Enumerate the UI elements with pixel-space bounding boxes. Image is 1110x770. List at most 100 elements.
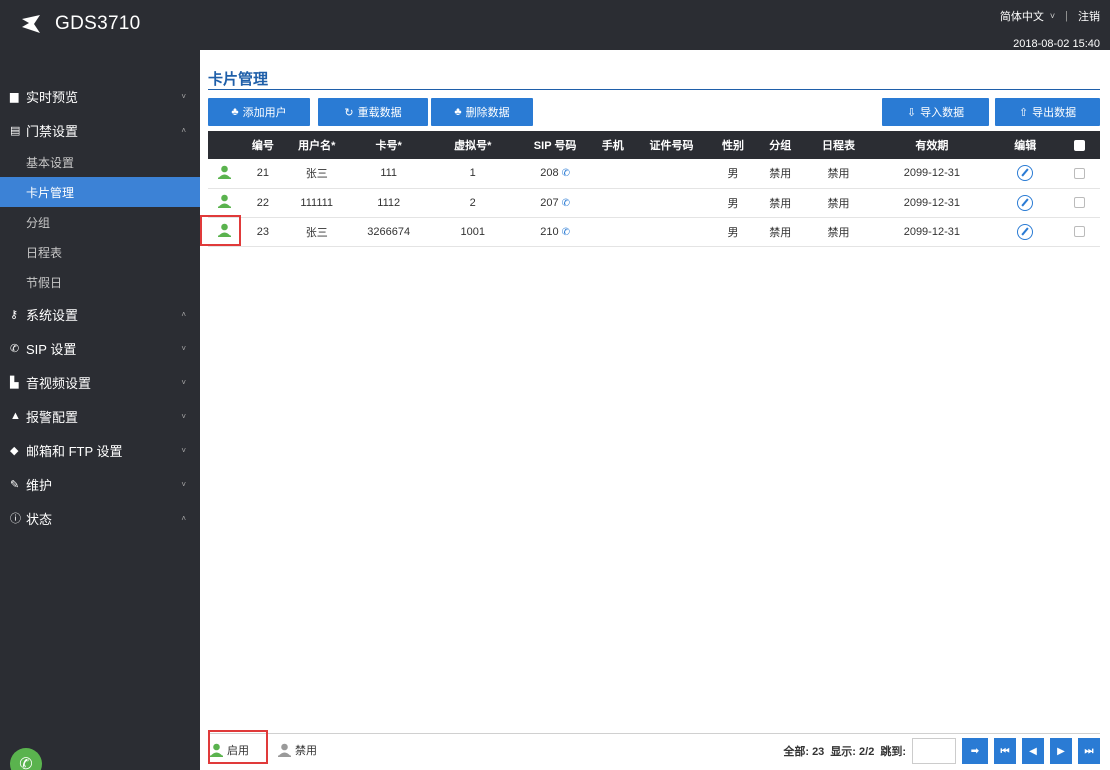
export-icon: ⇧ [1018,106,1029,119]
column-header-schedule[interactable]: 日程表 [805,131,872,159]
column-header-virtual[interactable]: 虚拟号* [428,131,517,159]
table-footer: 启用 禁用 全部: 23 显示: 2/2 跳到: ➡ ⏮ ◀ ▶ ⏭ [208,730,1100,770]
next-page-icon[interactable]: ▶ [1050,738,1072,764]
sidebar-item-system-settings[interactable]: ⚷ 系统设置 ˄ [0,297,200,331]
grandstream-logo-icon [22,15,40,33]
column-header-group[interactable]: 分组 [755,131,806,159]
total-count: 全部: 23 [783,746,825,758]
info-icon: ⓘ [10,513,21,525]
legend-disabled: 禁用 [278,742,317,758]
column-header-id[interactable]: 编号 [240,131,285,159]
edit-icon[interactable] [1017,194,1034,211]
sidebar-item-label: 邮箱和 FTP 设置 [26,443,123,459]
chevron-up-icon: ˄ [181,309,186,319]
sidebar-subitem-card-management[interactable]: 卡片管理 [0,177,200,207]
column-header-gender[interactable]: 性别 [711,131,755,159]
chevron-down-icon: ˅ [181,445,186,455]
sidebar-subitem-schedule[interactable]: 日程表 [0,237,200,267]
refresh-icon: ↻ [344,106,354,119]
cloud-icon: ◆ [10,444,19,457]
wrench-icon: ✎ [10,478,20,491]
chevron-down-icon: ˅ [1049,11,1056,21]
sidebar-item-status[interactable]: ⓘ 状态 ˄ [0,501,200,535]
sidebar-item-maintenance[interactable]: ✎ 维护 ˅ [0,467,200,501]
sidebar-item-door-settings[interactable]: ▤ 门禁设置 ˄ [0,113,200,147]
edit-icon[interactable] [1017,165,1034,182]
column-header-sip[interactable]: SIP 号码 [516,131,594,159]
chevron-down-icon: ˅ [181,377,186,387]
chevron-up-icon: ˄ [181,125,186,135]
door-icon: ▤ [10,124,21,137]
sidebar-item-alarm-config[interactable]: ▲ 报警配置 ˅ [0,399,200,433]
import-icon: ⇩ [906,106,917,119]
phone-icon[interactable]: ✆ [562,227,570,238]
column-header-select [1058,131,1100,159]
column-header-idno[interactable]: 证件号码 [631,131,712,159]
column-header-expiry[interactable]: 有效期 [871,131,993,159]
sidebar-item-email-ftp[interactable]: ◆ 邮箱和 FTP 设置 ˅ [0,433,200,467]
select-all-checkbox[interactable] [1073,139,1085,151]
add-user-button[interactable]: ♣ 添加用户 [208,98,310,126]
first-page-icon[interactable]: ⏮ [994,738,1016,764]
prev-page-icon[interactable]: ◀ [1022,738,1044,764]
add-user-icon: ♣ [231,106,239,118]
logout-link[interactable]: 注销 [1078,8,1100,24]
chevron-down-icon: ˅ [181,91,186,101]
key-icon: ⚷ [10,308,19,321]
language-select[interactable]: 简体中文 [1000,8,1044,24]
sidebar-item-label: 系统设置 [26,307,79,323]
chevron-down-icon: ˅ [181,343,186,353]
reload-button[interactable]: ↻ 重载数据 [318,98,428,126]
row-checkbox[interactable] [1073,167,1085,179]
phone-icon: ✆ [19,756,33,770]
sidebar-item-live-view[interactable]: ▆ 实时预览 ˅ [0,79,200,113]
table-row[interactable]: 22 111111 1112 2 207 ✆ 男 禁用 禁用 2099-12-31 [208,188,1100,218]
table-row[interactable]: 23 张三 3266674 1001 210 ✆ 男 禁用 禁用 2099-12-… [208,217,1100,247]
sidebar-item-label: 报警配置 [26,409,79,425]
top-bar: GDS3710 简体中文 ˅ | 注销 2018-08-02 15:40 [0,0,1110,50]
display-count: 显示: 2/2 [830,746,875,758]
sidebar-item-sip-settings[interactable]: ✆ SIP 设置 ˅ [0,331,200,365]
last-page-icon[interactable]: ⏭ [1078,738,1100,764]
call-button[interactable]: ✆ [10,748,42,770]
sidebar-item-label: 门禁设置 [26,123,79,139]
column-header-username[interactable]: 用户名* [284,131,349,159]
go-arrow-icon[interactable]: ➡ [962,738,988,764]
jump-page-input[interactable] [912,738,956,764]
row-checkbox[interactable] [1073,226,1085,238]
sidebar-subitem-basic[interactable]: 基本设置 [0,147,200,177]
sidebar-item-label: SIP 设置 [26,341,77,357]
video-icon: ▙ [10,376,19,389]
sidebar-item-av-settings[interactable]: ▙ 音视频设置 ˅ [0,365,200,399]
chevron-down-icon: ˅ [181,411,186,421]
sidebar-subitem-holiday[interactable]: 节假日 [0,267,200,297]
highlight-box [200,215,241,246]
phone-icon[interactable]: ✆ [562,168,570,179]
enabled-user-icon [210,743,223,757]
chevron-up-icon: ˄ [181,513,186,523]
legend-enabled: 启用 [210,742,249,758]
logo: GDS3710 [20,13,141,35]
column-header-mobile[interactable]: 手机 [593,131,632,159]
column-header-edit: 编辑 [992,131,1059,159]
enabled-user-icon [217,194,231,208]
phone-icon[interactable]: ✆ [562,198,570,209]
sidebar-subitem-group[interactable]: 分组 [0,207,200,237]
sidebar-item-label: 实时预览 [26,89,79,105]
bell-icon: ▲ [10,410,21,422]
import-button[interactable]: ⇩ 导入数据 [882,98,989,126]
column-header-status [208,131,241,159]
table-row[interactable]: 21 张三 111 1 208 ✆ 男 禁用 禁用 2099-12-31 [208,159,1100,189]
phone-icon: ✆ [10,342,20,355]
edit-icon[interactable] [1017,223,1034,240]
column-header-card[interactable]: 卡号* [348,131,429,159]
divider: | [1065,10,1068,22]
divider [208,89,1100,90]
row-checkbox[interactable] [1073,197,1085,209]
export-button[interactable]: ⇧ 导出数据 [995,98,1100,126]
monitor-icon: ▆ [10,90,19,103]
delete-button[interactable]: ♣ 删除数据 [431,98,533,126]
disabled-user-icon [278,743,291,757]
header-right: 简体中文 ˅ | 注销 2018-08-02 15:40 [1000,8,1100,50]
page-title: 卡片管理 [208,71,269,88]
